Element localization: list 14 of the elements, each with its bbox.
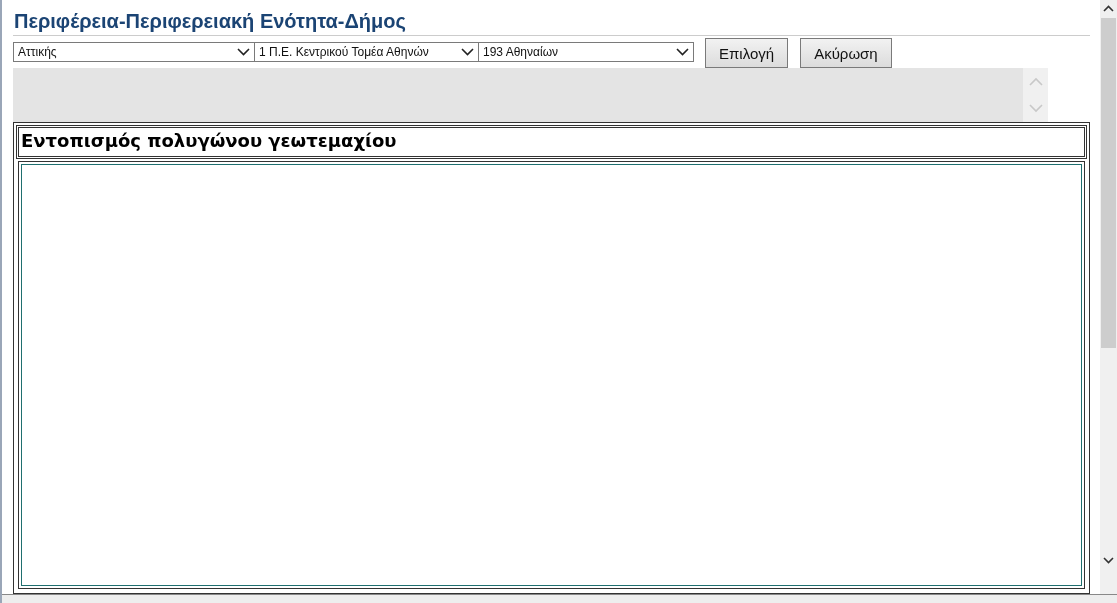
action-button[interactable]: Επιλογή <box>705 38 789 68</box>
scroll-up-icon[interactable] <box>1103 5 1114 12</box>
chevron-down-icon <box>237 48 250 56</box>
action-button[interactable]: Ακύρωση <box>800 38 892 68</box>
scrollbar[interactable] <box>1100 0 1117 594</box>
panel-title: Εντοπισμός πολυγώνου γεωτεμαχίου <box>21 130 397 151</box>
dropdown[interactable]: Αττικής <box>13 42 255 62</box>
dropdown[interactable]: 193 Αθηναίων <box>478 42 694 62</box>
scroll-down-icon[interactable] <box>1103 557 1114 564</box>
scrollbar-thumb[interactable] <box>1101 18 1116 348</box>
chevron-down-icon <box>461 48 474 56</box>
page-title: Περιφέρεια-Περιφερειακή Ενότητα-Δήμος <box>14 9 407 34</box>
dropdown[interactable]: 1 Π.Ε. Κεντρικού Τομέα Αθηνών <box>254 42 479 62</box>
chevron-down-icon <box>676 48 689 56</box>
